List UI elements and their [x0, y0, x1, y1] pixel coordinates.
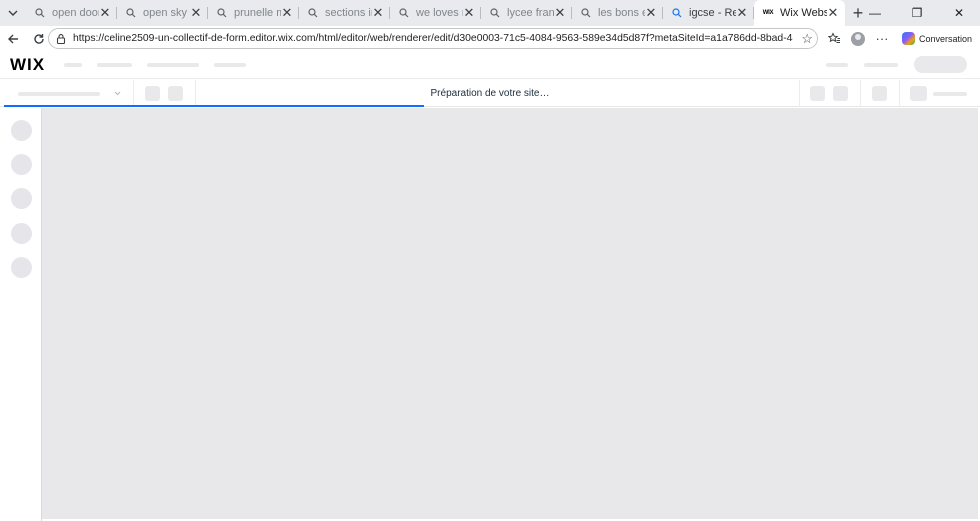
address-bar[interactable]: https://celine2509-un-collectif-de-form.…	[48, 28, 818, 49]
close-icon: ✕	[953, 6, 965, 20]
browser-tab[interactable]: we loves montessori ✕	[390, 0, 481, 26]
more-icon: ···	[875, 31, 889, 46]
tab-title: open sky international	[143, 7, 190, 19]
editor-canvas[interactable]	[42, 108, 978, 519]
close-tab-icon[interactable]: ✕	[736, 6, 748, 19]
editor-left-sidebar	[0, 108, 42, 521]
wix-logo: WIX	[10, 55, 46, 74]
tab-strip: open doors school ✕ open sky internation…	[0, 0, 980, 26]
profile-button[interactable]	[846, 26, 870, 51]
back-icon	[8, 34, 18, 43]
browser-tab[interactable]: prunelle montessori ✕	[208, 0, 299, 26]
divider	[799, 80, 800, 107]
search-icon	[489, 7, 501, 19]
search-icon	[580, 7, 592, 19]
browser-tab[interactable]: open sky international ✕	[117, 0, 208, 26]
skeleton-placeholder	[872, 86, 887, 101]
close-tab-icon[interactable]: ✕	[827, 6, 839, 19]
browser-tab[interactable]: igcse - Recherche ✕	[663, 0, 754, 26]
wix-favicon-icon: WIX	[762, 10, 774, 16]
skeleton-placeholder	[64, 63, 82, 67]
tab-title: sections internationales	[325, 7, 372, 19]
minimize-icon: —	[869, 6, 881, 20]
close-tab-icon[interactable]: ✕	[554, 6, 566, 19]
skeleton-placeholder	[145, 86, 160, 101]
chevron-down-icon	[114, 91, 121, 96]
chevron-down-icon	[8, 10, 18, 16]
toolbar-right: ··· Conversation	[822, 26, 972, 51]
sidebar-button-placeholder	[11, 257, 32, 278]
close-tab-icon[interactable]: ✕	[190, 6, 202, 19]
skeleton-placeholder	[826, 63, 848, 67]
close-tab-icon[interactable]: ✕	[645, 6, 657, 19]
search-icon	[216, 7, 228, 19]
more-button[interactable]: ···	[870, 26, 894, 51]
tab-title: lycee franco allemand	[507, 7, 554, 19]
close-tab-icon[interactable]: ✕	[99, 6, 111, 19]
window-controls: — ❐ ✕	[854, 0, 980, 26]
tab-title: Wix Website Editor	[780, 7, 827, 19]
loading-progress-bar	[4, 105, 424, 107]
divider	[899, 80, 900, 107]
tab-title: igcse - Recherche	[689, 7, 736, 19]
browser-tab[interactable]: open doors school ✕	[26, 0, 117, 26]
search-icon	[34, 7, 46, 19]
browser-toolbar: https://celine2509-un-collectif-de-form.…	[0, 26, 980, 51]
wix-editor-secondary-bar: Préparation de votre site…	[0, 80, 980, 107]
skeleton-placeholder	[168, 86, 183, 101]
search-icon	[125, 7, 137, 19]
tab-title: open doors school	[52, 7, 99, 19]
skeleton-placeholder	[933, 92, 967, 96]
url-text[interactable]: https://celine2509-un-collectif-de-form.…	[73, 33, 793, 44]
tab-title: we loves montessori	[416, 7, 463, 19]
back-button[interactable]	[0, 26, 26, 51]
favorite-star-icon[interactable]: ☆	[801, 31, 813, 47]
search-icon	[671, 7, 683, 19]
tab-actions-button[interactable]	[0, 0, 26, 26]
copilot-button[interactable]: Conversation	[902, 32, 972, 45]
copilot-icon	[902, 32, 915, 45]
sidebar-button-placeholder	[11, 223, 32, 244]
close-tab-icon[interactable]: ✕	[463, 6, 475, 19]
tab-title: prunelle montessori	[234, 7, 281, 19]
collections-button[interactable]	[822, 26, 846, 51]
browser-tab[interactable]: les bons enfants ✕	[572, 0, 663, 26]
wix-editor-topbar: WIX	[0, 51, 980, 79]
maximize-button[interactable]: ❐	[896, 0, 938, 26]
minimize-button[interactable]: —	[854, 0, 896, 26]
profile-icon	[851, 31, 865, 46]
tab-title: les bons enfants	[598, 7, 645, 19]
browser-tab-active[interactable]: WIX Wix Website Editor ✕	[754, 0, 845, 26]
sidebar-button-placeholder	[11, 188, 32, 209]
divider	[860, 80, 861, 107]
copilot-label: Conversation	[919, 33, 973, 44]
site-info-icon[interactable]	[55, 33, 67, 45]
search-icon	[307, 7, 319, 19]
loading-status-text: Préparation de votre site…	[430, 88, 550, 99]
close-window-button[interactable]: ✕	[938, 0, 980, 26]
sidebar-button-placeholder	[11, 154, 32, 175]
publish-button-placeholder	[914, 56, 967, 73]
collections-icon	[827, 32, 840, 43]
browser-tab[interactable]: sections internationales ✕	[299, 0, 390, 26]
close-tab-icon[interactable]: ✕	[372, 6, 384, 19]
search-icon	[398, 7, 410, 19]
sidebar-button-placeholder	[11, 120, 32, 141]
divider	[133, 80, 134, 107]
close-tab-icon[interactable]: ✕	[281, 6, 293, 19]
browser-tab[interactable]: lycee franco allemand ✕	[481, 0, 572, 26]
skeleton-placeholder	[810, 86, 825, 101]
skeleton-placeholder	[864, 63, 898, 67]
skeleton-placeholder	[833, 86, 848, 101]
skeleton-placeholder	[910, 86, 927, 101]
refresh-icon	[34, 33, 44, 44]
divider	[195, 80, 196, 107]
page-selector-placeholder	[18, 92, 100, 96]
tab-list: open doors school ✕ open sky internation…	[26, 0, 845, 26]
skeleton-placeholder	[214, 63, 246, 67]
skeleton-placeholder	[97, 63, 132, 67]
skeleton-placeholder	[147, 63, 199, 67]
maximize-icon: ❐	[911, 6, 923, 20]
